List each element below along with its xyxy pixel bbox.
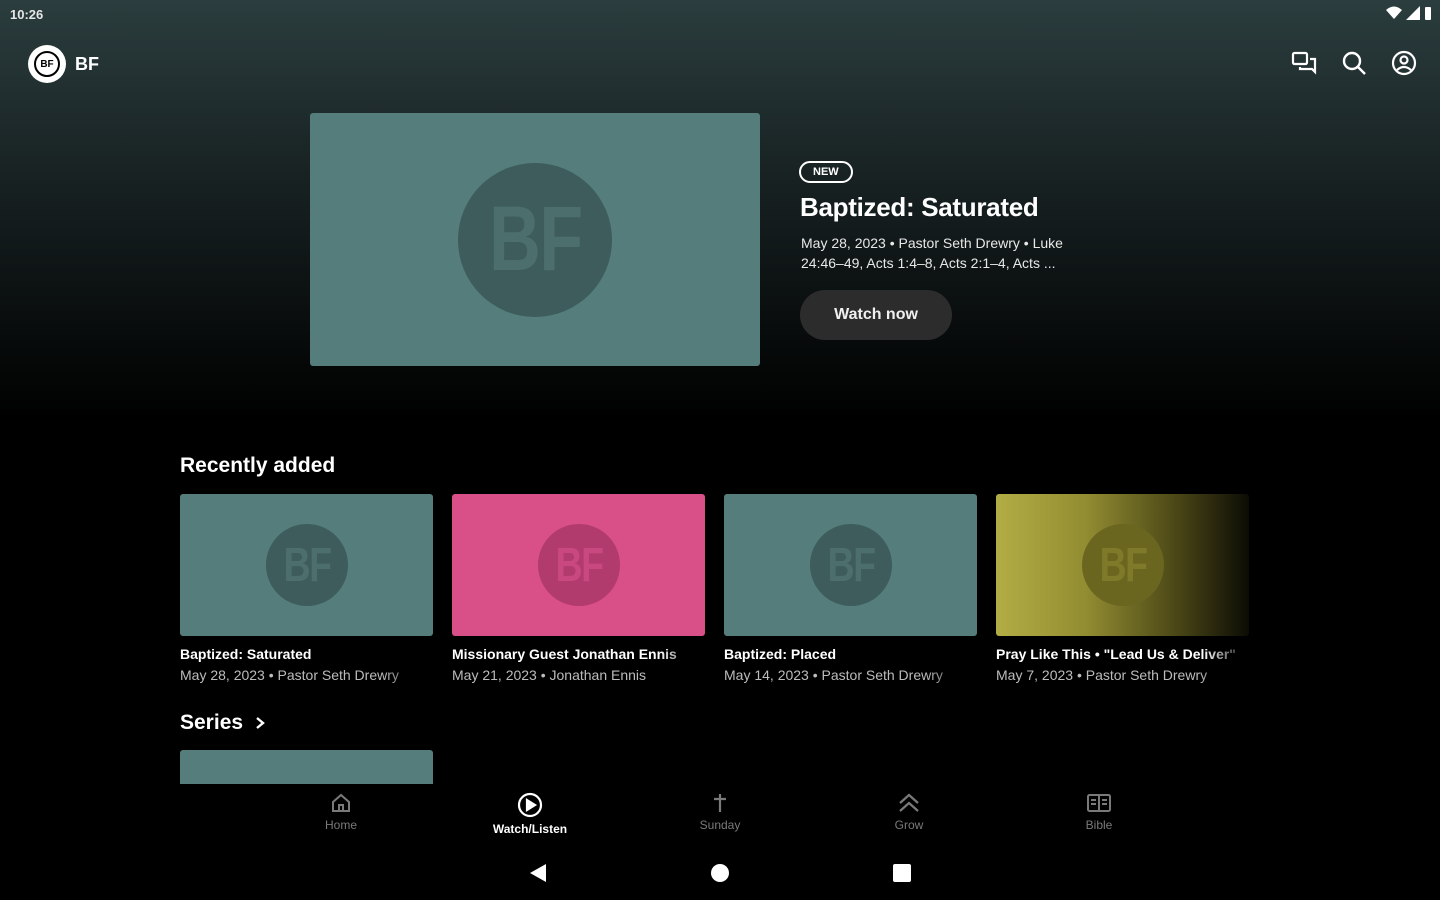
card-title: Pray Like This • "Lead Us & Deliver" [996, 646, 1236, 662]
card-thumbnail: BF [724, 494, 977, 636]
messages-button[interactable] [1288, 46, 1320, 80]
nav-item-grow[interactable]: Grow [849, 792, 969, 832]
media-card[interactable]: BF Pray Like This • "Lead Us & Deliver" … [996, 494, 1249, 683]
recently-added-heading: Recently added [180, 454, 336, 477]
status-time: 10:26 [10, 7, 44, 22]
card-thumbnail: BF [180, 494, 433, 636]
home-circle-icon[interactable] [710, 863, 730, 883]
card-meta: May 14, 2023 • Pastor Seth Drewry [724, 667, 943, 683]
watch-now-button[interactable]: Watch now [800, 290, 952, 340]
recents-square-icon[interactable] [892, 863, 912, 883]
chevron-right-icon [256, 717, 265, 729]
media-card[interactable]: BF Baptized: Placed May 14, 2023 • Pasto… [724, 494, 977, 683]
bf-logo-mark: BF [1081, 524, 1164, 606]
account-button[interactable] [1388, 46, 1420, 80]
status-icons [1386, 6, 1432, 20]
book-icon [1087, 794, 1111, 812]
chat-icon [1291, 51, 1317, 75]
app-logo-mark: BF [34, 51, 60, 77]
system-navigation-bar [0, 848, 1440, 900]
search-button[interactable] [1338, 46, 1370, 80]
card-meta: May 21, 2023 • Jonathan Ennis [452, 667, 647, 683]
series-heading[interactable]: Series [180, 711, 265, 735]
nav-label: Home [324, 818, 357, 832]
nav-item-sunday[interactable]: Sunday [660, 792, 780, 832]
card-meta: May 28, 2023 • Pastor Seth Drewry [180, 667, 399, 683]
media-card[interactable]: BF Missionary Guest Jonathan Ennis May 2… [452, 494, 705, 683]
bf-logo-mark: BF [265, 524, 348, 606]
back-icon[interactable] [528, 862, 548, 884]
card-thumbnail: BF [452, 494, 705, 636]
cross-icon [714, 794, 726, 812]
wifi-icon [1386, 6, 1402, 19]
series-heading-label: Series [180, 711, 244, 734]
app-name: BF [75, 54, 99, 74]
hero-meta: May 28, 2023 • Pastor Seth Drewry • Luke… [801, 235, 1063, 271]
media-card[interactable]: BF Baptized: Saturated May 28, 2023 • Pa… [180, 494, 433, 683]
play-circle-icon [517, 792, 543, 818]
nav-label: Bible [1085, 818, 1113, 832]
hero-title: Baptized: Saturated [800, 192, 1039, 222]
card-thumbnail: BF [996, 494, 1249, 636]
nav-item-home[interactable]: Home [281, 792, 401, 832]
signal-icon [1406, 6, 1420, 20]
double-chevron-up-icon [899, 793, 919, 812]
card-title: Baptized: Placed [724, 646, 837, 662]
series-card-thumbnail[interactable] [180, 750, 433, 786]
nav-label: Grow [894, 818, 924, 832]
top-actions [1288, 46, 1420, 80]
home-icon [332, 793, 350, 812]
card-meta: May 7, 2023 • Pastor Seth Drewry [996, 667, 1208, 683]
new-badge: NEW [799, 161, 853, 183]
nav-label: Sunday [699, 818, 741, 832]
bf-logo-mark: BF [458, 162, 612, 317]
hero-thumbnail[interactable]: BF [310, 113, 760, 366]
app-logo[interactable]: BF [28, 45, 66, 83]
bottom-navigation: Home Watch/Listen Sunday Grow Bible [0, 784, 1440, 844]
nav-label: Watch/Listen [492, 822, 568, 836]
account-circle-icon [1391, 50, 1417, 76]
status-bar: 10:26 [0, 0, 1440, 30]
bf-logo-mark: BF [537, 524, 620, 606]
nav-item-bible[interactable]: Bible [1039, 792, 1159, 832]
card-title: Missionary Guest Jonathan Ennis [452, 646, 677, 662]
card-title: Baptized: Saturated [180, 646, 312, 662]
bf-logo-mark: BF [809, 524, 892, 606]
search-icon [1342, 51, 1366, 75]
battery-icon [1425, 7, 1431, 20]
nav-item-watch-listen[interactable]: Watch/Listen [470, 792, 590, 836]
